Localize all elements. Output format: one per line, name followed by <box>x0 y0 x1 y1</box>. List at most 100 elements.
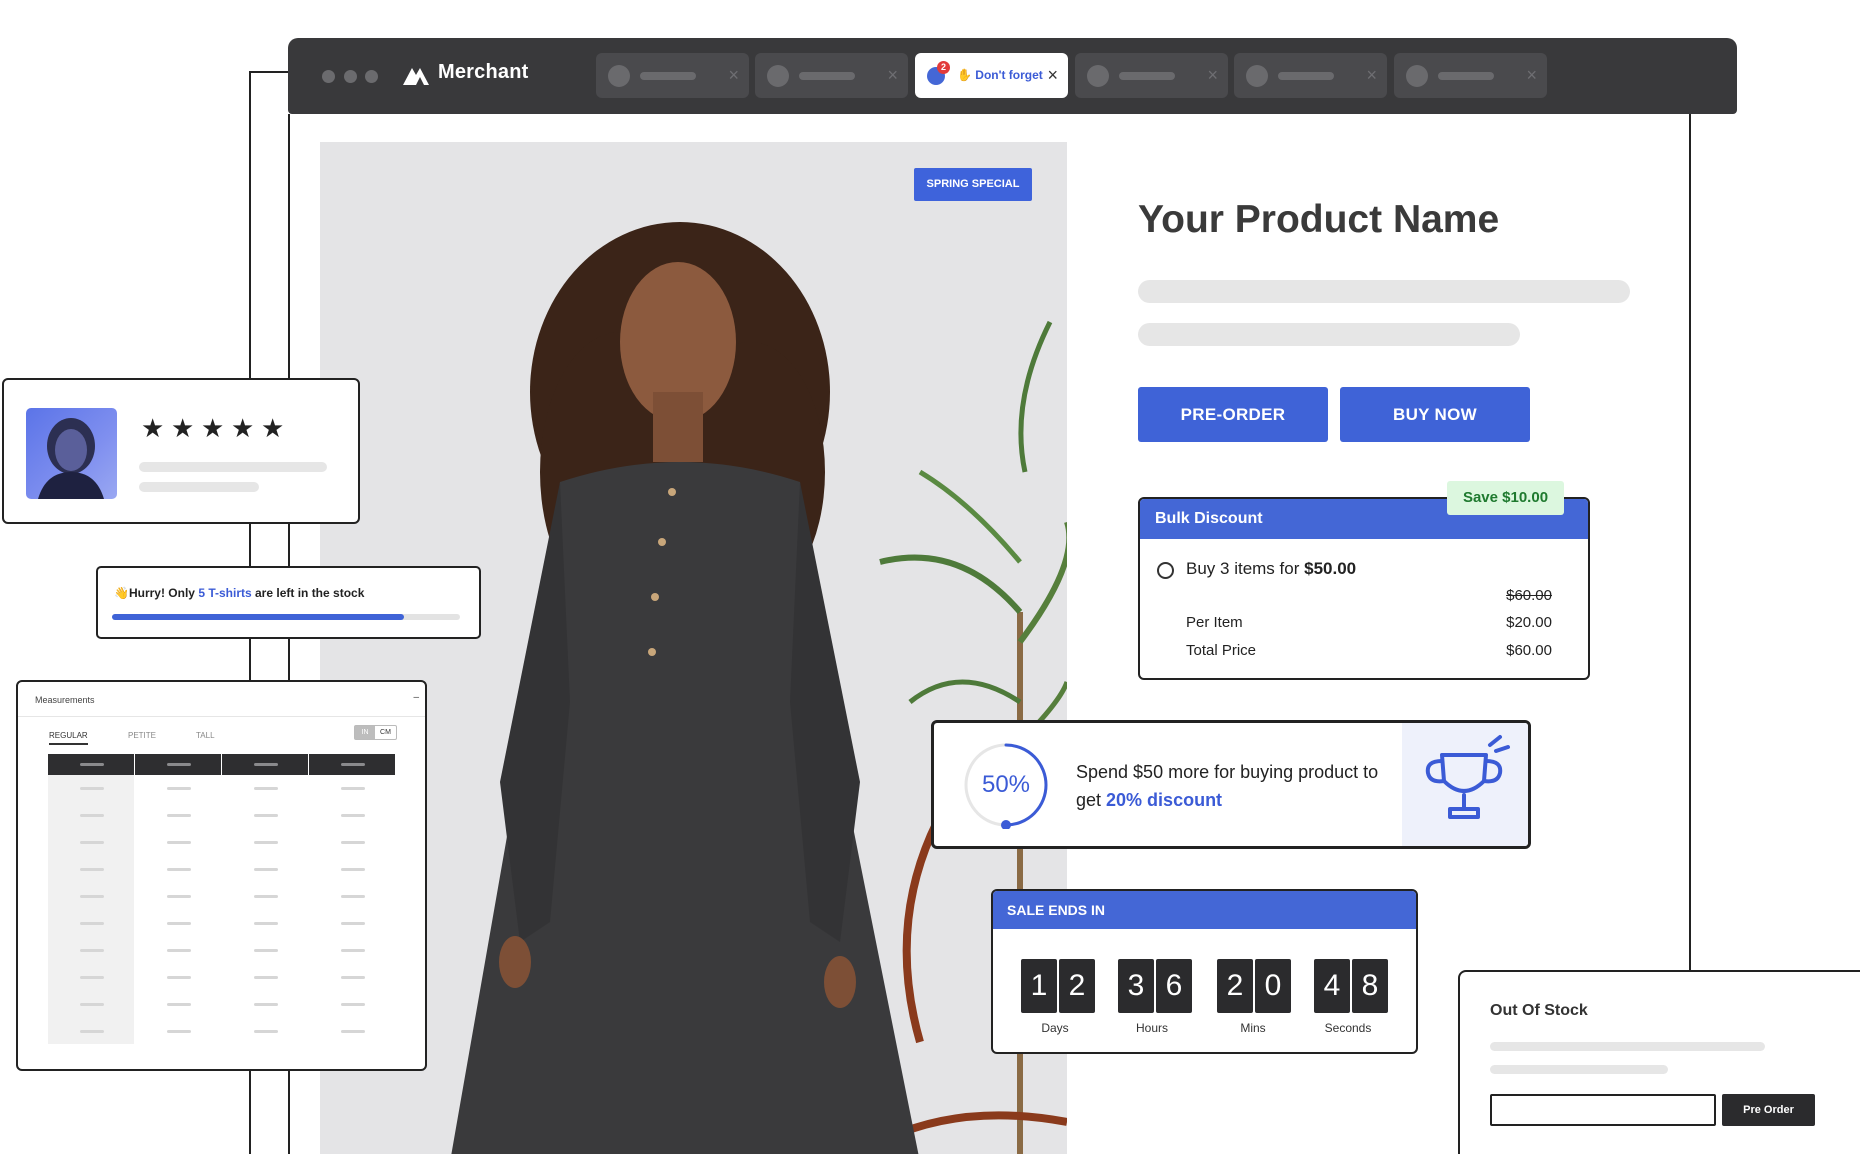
avatar <box>26 408 117 499</box>
cell-placeholder <box>79 841 104 844</box>
cell-placeholder <box>166 1003 191 1006</box>
cell-placeholder <box>253 787 278 790</box>
cell-placeholder <box>79 895 104 898</box>
stock-alert-prefix: Hurry! Only <box>128 586 199 600</box>
cell-placeholder <box>340 814 365 817</box>
discount-highlight: 20% discount <box>1106 790 1223 810</box>
email-field[interactable] <box>1490 1094 1716 1126</box>
hours-digit: 6 <box>1156 959 1192 1013</box>
bulk-discount-title: Bulk Discount <box>1155 510 1263 527</box>
cell-placeholder <box>340 1030 365 1033</box>
cell-placeholder <box>166 1030 191 1033</box>
merchant-logo-icon <box>403 68 429 85</box>
cell-placeholder <box>166 787 191 790</box>
tab-tall[interactable]: TALL <box>196 731 215 740</box>
pre-order-submit-button[interactable]: Pre Order <box>1722 1094 1815 1126</box>
cell-placeholder <box>166 949 191 952</box>
tab-regular[interactable]: REGULAR <box>49 731 88 745</box>
product-photo <box>320 142 1067 1154</box>
cell-placeholder <box>79 868 104 871</box>
browser-tab[interactable]: × <box>1394 53 1547 98</box>
hours-digit: 3 <box>1118 959 1154 1013</box>
close-icon[interactable]: × <box>1047 64 1058 86</box>
browser-tab[interactable]: × <box>1234 53 1387 98</box>
unit-toggle[interactable]: IN CM <box>354 725 397 740</box>
star-icon: ★ <box>171 413 195 443</box>
description-placeholder <box>1138 323 1520 346</box>
seconds-digit: 8 <box>1352 959 1388 1013</box>
window-minimize-dot[interactable] <box>344 70 357 83</box>
header-placeholder <box>253 763 278 766</box>
trophy-panel <box>1402 723 1528 846</box>
review-text-placeholder <box>139 482 259 492</box>
close-icon[interactable]: × <box>1207 64 1218 86</box>
cell-placeholder <box>166 922 191 925</box>
table-column <box>135 775 221 1044</box>
minimize-icon[interactable]: – <box>413 692 419 703</box>
bulk-offer-radio[interactable] <box>1157 562 1174 579</box>
window-maximize-dot[interactable] <box>365 70 378 83</box>
days-digit: 2 <box>1059 959 1095 1013</box>
connector-line <box>249 71 291 73</box>
close-icon[interactable]: × <box>1526 64 1537 86</box>
pre-order-button[interactable]: PRE-ORDER <box>1138 387 1328 442</box>
per-item-label: Per Item <box>1186 614 1243 631</box>
stock-progress-track <box>112 614 460 620</box>
save-badge: Save $10.00 <box>1447 481 1564 515</box>
out-of-stock-card: Out Of Stock Pre Order <box>1458 970 1860 1154</box>
stock-alert-text: 👋Hurry! Only 5 T-shirts are left in the … <box>114 586 364 600</box>
unit-in-option[interactable]: IN <box>355 726 375 739</box>
hours-label: Hours <box>1135 1021 1168 1035</box>
description-placeholder <box>1490 1065 1668 1074</box>
cell-placeholder <box>79 949 104 952</box>
cell-placeholder <box>253 976 278 979</box>
progress-percent: 50% <box>981 771 1031 798</box>
stock-alert-card: 👋Hurry! Only 5 T-shirts are left in the … <box>96 566 481 639</box>
cell-placeholder <box>253 1003 278 1006</box>
browser-tab[interactable]: × <box>1075 53 1228 98</box>
header-placeholder <box>340 763 365 766</box>
review-text-placeholder <box>139 462 327 472</box>
table-header-cell <box>309 754 395 775</box>
cell-placeholder <box>340 787 365 790</box>
cell-placeholder <box>340 895 365 898</box>
close-icon[interactable]: × <box>728 64 739 86</box>
cell-placeholder <box>253 868 278 871</box>
measurements-title: Measurements <box>35 695 95 705</box>
buy-now-button[interactable]: BUY NOW <box>1340 387 1530 442</box>
bulk-discount-card: Bulk Discount Buy 3 items for $50.00 $60… <box>1138 497 1590 680</box>
seconds-digit: 4 <box>1314 959 1350 1013</box>
cell-placeholder <box>253 1030 278 1033</box>
table-column <box>309 775 395 1044</box>
cell-placeholder <box>79 976 104 979</box>
tab-title: ✋ Don't forget <box>957 68 1043 82</box>
measurements-card: Measurements – REGULAR PETITE TALL IN CM <box>16 680 427 1071</box>
close-icon[interactable]: × <box>1366 64 1377 86</box>
measurements-table <box>48 754 396 1044</box>
description-placeholder <box>1138 280 1630 303</box>
unit-cm-option[interactable]: CM <box>375 726 396 739</box>
browser-tab-active[interactable]: 2 ✋ Don't forget × <box>915 53 1068 98</box>
mins-digit: 2 <box>1217 959 1253 1013</box>
cell-placeholder <box>253 841 278 844</box>
brand-name: Merchant <box>438 61 529 83</box>
window-close-dot[interactable] <box>322 70 335 83</box>
cell-placeholder <box>79 922 104 925</box>
bulk-offer-price: $50.00 <box>1304 559 1357 578</box>
star-icon: ★ <box>141 413 165 443</box>
cell-placeholder <box>253 922 278 925</box>
tab-petite[interactable]: PETITE <box>128 731 156 740</box>
bulk-offer-text[interactable]: Buy 3 items for $50.00 <box>1186 559 1356 579</box>
cell-placeholder <box>79 787 104 790</box>
close-icon[interactable]: × <box>887 64 898 86</box>
spend-more-text: Spend $50 more for buying product to get… <box>1076 758 1396 814</box>
cell-placeholder <box>253 814 278 817</box>
review-card: ★ ★ ★ ★ ★ <box>2 378 360 524</box>
original-price: $60.00 <box>1506 587 1552 604</box>
sale-countdown-card: SALE ENDS IN 1 2 Days 3 6 Hours 2 0 Mins… <box>991 889 1418 1054</box>
browser-tab[interactable]: × <box>755 53 908 98</box>
cell-placeholder <box>166 868 191 871</box>
cell-placeholder <box>340 868 365 871</box>
browser-tab[interactable]: × <box>596 53 749 98</box>
cell-placeholder <box>166 895 191 898</box>
